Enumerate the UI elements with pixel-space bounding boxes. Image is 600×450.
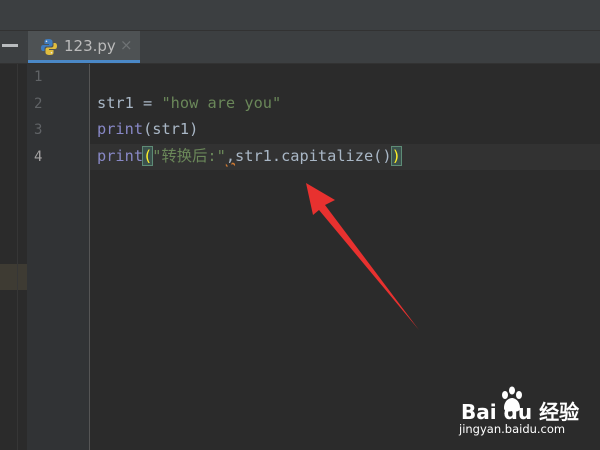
line-number: 4	[34, 149, 43, 165]
arrow-shape	[306, 183, 419, 330]
watermark-url: jingyan.baidu.com	[459, 422, 566, 436]
code-line[interactable]: str1 = "how are you"	[97, 93, 281, 113]
code-token-builtin: print	[97, 120, 144, 138]
collapse-icon[interactable]	[2, 44, 18, 47]
watermark-brand: Bai du 经验	[461, 400, 580, 424]
code-token-brace: (	[142, 146, 154, 166]
red-arrow-annotation	[306, 183, 419, 330]
line-number: 3	[34, 122, 43, 138]
code-token-plain: str1.capitalize()	[235, 147, 392, 165]
code-token-brace: )	[390, 146, 402, 166]
code-token-typo: ,	[225, 147, 236, 165]
code-line[interactable]: print(str1)	[97, 119, 198, 139]
line-number: 2	[34, 96, 43, 112]
close-icon[interactable]: ×	[120, 36, 133, 54]
code-token-builtin: print	[97, 147, 144, 165]
line-number: 1	[34, 69, 43, 85]
strip-divider	[17, 64, 18, 450]
python-file-icon	[41, 39, 57, 55]
code-token-string: "转换后:"	[152, 147, 226, 165]
code-token-plain: str1 =	[97, 94, 162, 112]
title-bar	[0, 0, 600, 31]
tab-filename: 123.py	[64, 37, 116, 55]
code-line[interactable]: print("转换后:",str1.capitalize())	[97, 146, 402, 166]
left-tool-strip	[0, 64, 27, 450]
code-token-string: "how are you"	[161, 94, 282, 112]
tab-123-py[interactable]: 123.py ×	[28, 31, 140, 63]
code-token-plain: (str1)	[143, 120, 199, 138]
bookmark-marker	[0, 264, 27, 290]
baidu-jingyan-watermark: Bai du 经验 jingyan.baidu.com	[455, 386, 595, 442]
